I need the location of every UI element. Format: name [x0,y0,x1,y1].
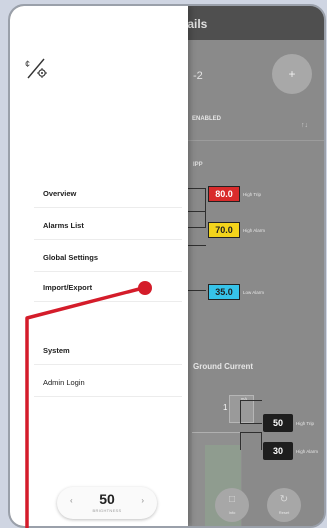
pointer-dot [138,281,152,295]
status-enabled: ENABLED [192,116,222,122]
app-logo-icon: ¢ [24,56,50,80]
circuit-id: -2 [193,70,203,82]
nav-item-global-settings[interactable]: Global Settings [34,244,182,272]
panel-label: IPP [193,162,203,168]
tablet-screen: Circuit Details -2 + ENABLED ↑↓ IPP 80.0… [8,4,326,528]
add-button[interactable]: + [272,54,312,94]
low-alarm-value[interactable]: 35.0 [208,284,240,300]
high-trip-label: High Trip [243,192,262,197]
reset-icon: ↻ [279,494,289,505]
nav-item-admin-login[interactable]: Admin Login [34,369,182,397]
info-button[interactable]: □ Info [215,488,249,522]
ground-current-title: Ground Current [193,362,253,371]
svg-text:¢: ¢ [25,59,30,69]
nav-item-system[interactable]: System [34,337,182,365]
trip-connector [240,432,262,450]
ground-current-value: 1 [223,403,228,412]
brightness-caption: BRIGHTNESS [92,508,122,513]
nav-item-import-export[interactable]: Import/Export [34,274,182,302]
threshold-connector [188,206,206,228]
gc-high-alarm-label: High Alarm [296,449,319,454]
info-icon: □ [228,494,236,505]
navigation-drawer: ¢ Overview Alarms List Global Settings I… [10,6,188,526]
high-alarm-value[interactable]: 70.0 [208,222,240,238]
nav-item-overview[interactable]: Overview [34,180,182,208]
high-alarm-label: High Alarm [243,228,266,233]
info-button-label: Info [228,510,236,515]
gc-high-trip-label: High Trip [296,421,315,426]
reset-button-label: Reset [278,510,290,515]
threshold-connector [188,245,206,291]
gc-high-trip-value[interactable]: 50 [263,414,293,432]
brightness-control: ‹ 50 BRIGHTNESS › [57,487,157,519]
nav-item-alarms-list[interactable]: Alarms List [34,212,182,240]
gc-high-alarm-value[interactable]: 30 [263,442,293,460]
brightness-increase-icon[interactable]: › [141,496,144,505]
sort-icon[interactable]: ↑↓ [301,122,308,129]
low-alarm-label: Low Alarm [243,290,265,295]
trip-connector [240,400,262,424]
high-trip-value[interactable]: 80.0 [208,186,240,202]
divider [188,140,324,141]
reset-button[interactable]: ↻ Reset [267,488,301,522]
